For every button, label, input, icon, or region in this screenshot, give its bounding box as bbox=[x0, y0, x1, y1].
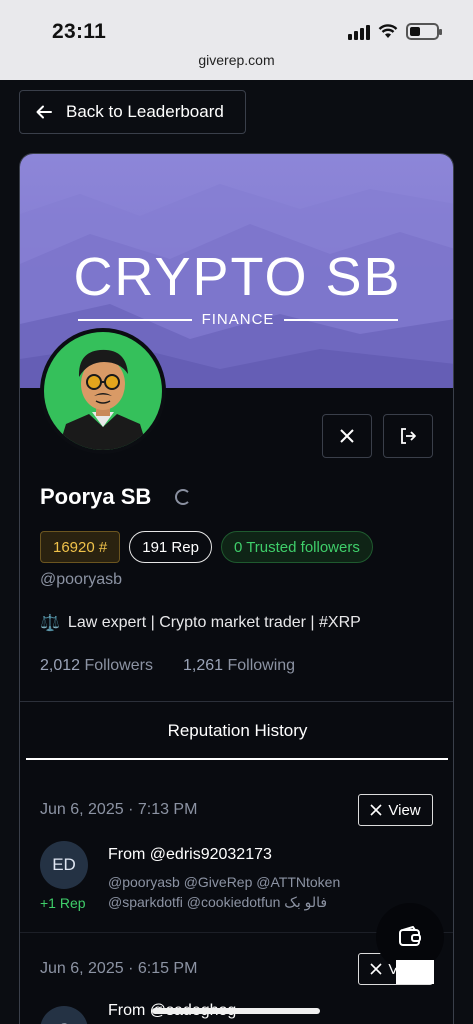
follow-stats: 2,012 Followers 1,261 Following bbox=[40, 657, 295, 675]
x-logo-icon bbox=[370, 963, 382, 975]
rank-badge: 16920 # bbox=[40, 531, 121, 563]
back-to-leaderboard-button[interactable]: Back to Leaderboard bbox=[19, 90, 246, 134]
view-on-x-button[interactable]: View bbox=[358, 794, 433, 826]
profile-card: CRYPTO SB FINANCE Poorya SB 16920 # 191 … bbox=[19, 153, 454, 1024]
banner-subtitle-text: FINANCE bbox=[201, 311, 275, 328]
trusted-followers-badge[interactable]: 0 Trusted followers bbox=[220, 531, 373, 563]
followers-count: 2,012 bbox=[40, 657, 81, 674]
battery-icon bbox=[406, 23, 442, 40]
mentions-line: @sparkdotfi @cookiedotfun فالو بک bbox=[108, 894, 328, 910]
banner-brand-text: CRYPTO SB bbox=[73, 247, 402, 307]
cellular-signal-icon bbox=[348, 24, 370, 40]
avatar-illustration bbox=[58, 349, 148, 450]
rep-delta: +1 Rep bbox=[40, 895, 86, 911]
loading-spinner-icon bbox=[175, 489, 192, 505]
avatar: ED bbox=[40, 841, 88, 889]
rep-entry-date: Jun 6, 2025 · 7:13 PM bbox=[40, 801, 198, 818]
section-divider bbox=[20, 701, 453, 702]
wifi-icon bbox=[378, 24, 398, 38]
rep-badge: 191 Rep bbox=[129, 531, 212, 563]
following-count: 1,261 bbox=[182, 657, 224, 674]
profile-handle: @pooryasb bbox=[40, 571, 123, 588]
scales-icon: ⚖️ bbox=[40, 615, 60, 632]
x-profile-link-button[interactable] bbox=[322, 414, 372, 458]
profile-name: Poorya SB bbox=[40, 484, 152, 509]
tab-reputation-history[interactable]: Reputation History bbox=[20, 721, 453, 741]
back-button-label: Back to Leaderboard bbox=[66, 102, 224, 121]
rep-entry-date: Jun 6, 2025 · 6:15 PM bbox=[40, 960, 198, 977]
arrow-left-icon bbox=[36, 105, 52, 119]
rep-entry-mentions: @pooryasb @GiveRep @ATTNtoken @sparkdotf… bbox=[108, 872, 408, 912]
logout-icon bbox=[401, 428, 416, 444]
following-stat[interactable]: 1,261 Following bbox=[183, 657, 295, 675]
active-tab-underline bbox=[26, 758, 448, 760]
followers-label: Followers bbox=[84, 657, 153, 674]
banner-brand-subtitle: FINANCE bbox=[78, 311, 398, 328]
rep-entry-from[interactable]: From @edris92032173 bbox=[108, 846, 272, 864]
address-bar-url[interactable]: giverep.com bbox=[0, 52, 473, 68]
home-indicator[interactable] bbox=[152, 1008, 320, 1014]
avatar[interactable] bbox=[40, 328, 166, 454]
wallet-icon bbox=[399, 926, 421, 946]
following-label: Following bbox=[227, 657, 296, 674]
followers-stat[interactable]: 2,012 Followers bbox=[40, 657, 153, 675]
x-logo-icon bbox=[340, 429, 354, 443]
status-time: 23:11 bbox=[52, 20, 107, 43]
profile-bio-text: Law expert | Crypto market trader | #XRP bbox=[67, 614, 361, 631]
avatar: S bbox=[40, 1006, 88, 1024]
browser-status-bar: 23:11 giverep.com bbox=[0, 0, 473, 80]
profile-name-row: Poorya SB bbox=[40, 484, 192, 510]
profile-bio: ⚖️ Law expert | Crypto market trader | #… bbox=[40, 613, 361, 633]
status-icons bbox=[348, 23, 442, 40]
profile-badges: 16920 # 191 Rep 0 Trusted followers bbox=[40, 531, 373, 563]
logout-button[interactable] bbox=[383, 414, 433, 458]
view-button-label: View bbox=[388, 801, 421, 819]
overlay-patch bbox=[396, 960, 434, 984]
mentions-line: @pooryasb @GiveRep @ATTNtoken bbox=[108, 874, 341, 890]
x-logo-icon bbox=[370, 804, 382, 816]
